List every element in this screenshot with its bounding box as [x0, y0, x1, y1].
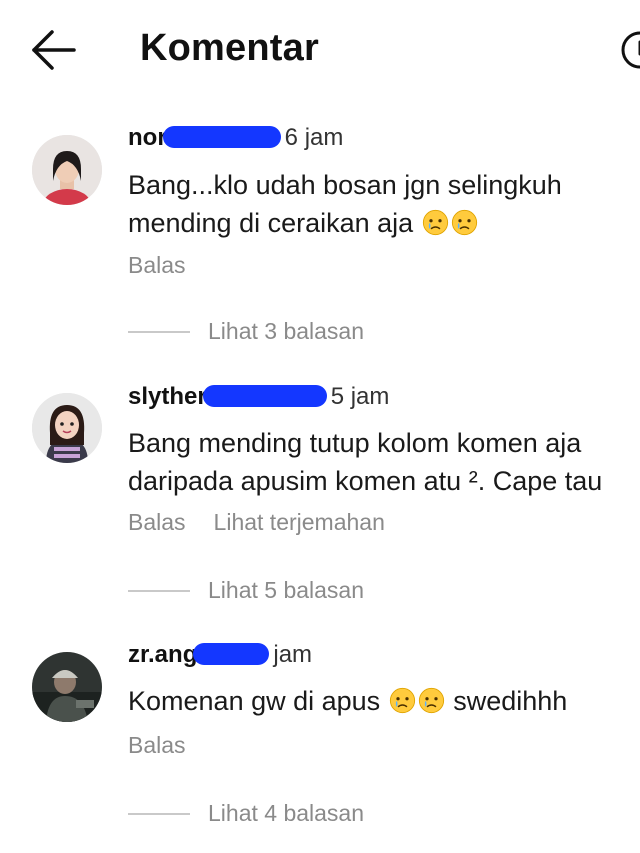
- comment-actions: Balas: [128, 250, 214, 280]
- arrow-left-icon: [32, 30, 76, 70]
- view-replies-button[interactable]: Lihat 3 balasan: [128, 318, 364, 348]
- comment-text-segment: Komenan gw di apus: [128, 686, 381, 716]
- redaction-mark: [162, 125, 281, 148]
- reply-button[interactable]: Balas: [128, 732, 186, 758]
- divider-line: [128, 330, 190, 333]
- avatar[interactable]: [32, 393, 102, 463]
- crying-face-icon: [451, 209, 477, 236]
- comment-actions: Balas Lihat terjemahan: [128, 507, 413, 537]
- crying-face-icon: [389, 687, 415, 714]
- username[interactable]: slyther: [128, 383, 207, 410]
- comment-actions: Balas: [128, 730, 214, 760]
- username[interactable]: nor: [128, 124, 167, 151]
- comment-text-line: daripada apusim komen atu ². Cape tau: [128, 466, 603, 496]
- comment-text: Bang mending tutup kolom komen aja darip…: [128, 424, 640, 500]
- crying-face-icon: [422, 209, 448, 236]
- timestamp: jam: [273, 641, 313, 668]
- translate-button[interactable]: Lihat terjemahan: [214, 509, 385, 535]
- comments-screen: Komentar nor 6 jam Bang...klo udah bosan …: [0, 0, 640, 853]
- redaction-mark: [193, 642, 270, 665]
- comment-text: Komenan gw di apus swedihhh: [128, 682, 640, 720]
- timestamp: 6 jam: [284, 124, 344, 151]
- view-replies-label: Lihat 5 balasan: [208, 577, 365, 603]
- divider-line: [128, 812, 190, 815]
- comment-meta: nor 6 jam: [128, 121, 343, 155]
- view-replies-button[interactable]: Lihat 5 balasan: [128, 577, 364, 607]
- back-button[interactable]: [28, 28, 78, 72]
- view-replies-label: Lihat 4 balasan: [208, 800, 365, 826]
- redaction-mark: [202, 384, 327, 407]
- page-title: Komentar: [140, 27, 319, 69]
- comment-text-segment: swedihhh: [453, 686, 568, 716]
- comment-text-line: Bang mending tutup kolom komen aja: [128, 428, 582, 458]
- crying-face-icon: [418, 687, 444, 714]
- view-replies-label: Lihat 3 balasan: [208, 318, 365, 344]
- divider-line: [128, 589, 190, 592]
- header: Komentar: [0, 0, 640, 100]
- comment-text: Bang...klo udah bosan jgn selingkuh mend…: [128, 166, 640, 242]
- reply-button[interactable]: Balas: [128, 252, 186, 278]
- comment-meta: zr.ang jam: [128, 638, 312, 672]
- avatar[interactable]: [32, 135, 102, 205]
- username[interactable]: zr.ang: [128, 641, 197, 668]
- view-replies-button[interactable]: Lihat 4 balasan: [128, 800, 364, 830]
- timestamp: 5 jam: [330, 383, 390, 410]
- reply-button[interactable]: Balas: [128, 509, 186, 535]
- comment-text-segment: mending di ceraikan aja: [128, 208, 414, 238]
- comment-text-line: mending di ceraikan aja: [128, 204, 640, 242]
- comment-text-line: Bang...klo udah bosan jgn selingkuh: [128, 170, 562, 200]
- circle-icon[interactable]: [620, 30, 640, 70]
- comment-text-line: Komenan gw di apus swedihhh: [128, 682, 640, 720]
- avatar[interactable]: [32, 652, 102, 722]
- comment-meta: slyther 5 jam: [128, 380, 389, 414]
